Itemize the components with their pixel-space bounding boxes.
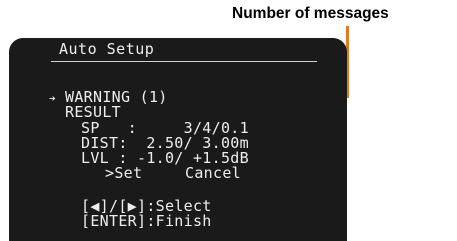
callout-label: Number of messages: [232, 5, 389, 22]
finish-hint: [ENTER]:Finish: [81, 212, 212, 230]
set-option[interactable]: >Set: [105, 166, 142, 181]
result-heading: RESULT: [65, 103, 121, 121]
screen-title: Auto Setup: [59, 40, 155, 58]
right-arrow-icon: ➔: [49, 92, 56, 105]
title-divider: [51, 61, 317, 62]
osd-screen: Auto Setup ➔ WARNING (1) RESULT SP : 3/4…: [9, 38, 347, 241]
cancel-option[interactable]: Cancel: [185, 166, 241, 181]
